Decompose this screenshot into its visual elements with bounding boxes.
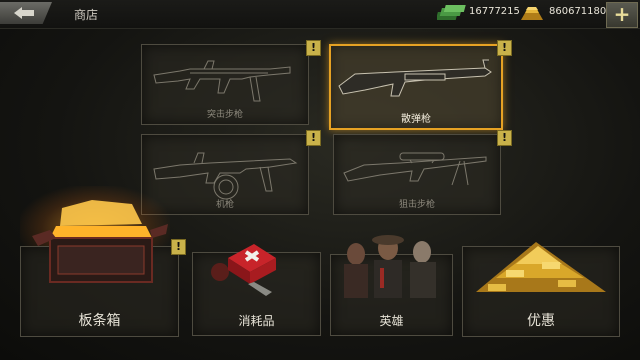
- weapon-card-assault-rifle[interactable]: 突击步枪: [141, 44, 309, 125]
- weapon-card-sniper-rifle[interactable]: 狙击步枪: [333, 134, 501, 215]
- new-badge: !: [306, 130, 321, 146]
- back-button[interactable]: [0, 2, 52, 24]
- item-label: 优惠: [527, 313, 555, 329]
- cash-amount: 16777215: [469, 6, 520, 17]
- heroes-icon: [344, 235, 436, 298]
- new-badge: !: [306, 40, 321, 56]
- item-label: 消耗品: [238, 314, 275, 328]
- top-bar: 商店 16777215 8606711807 +: [0, 0, 640, 29]
- weapon-card-shotgun[interactable]: 散弹枪: [329, 44, 503, 130]
- cash-icon: [437, 5, 466, 20]
- new-badge: !: [497, 40, 512, 56]
- new-badge: !: [497, 130, 512, 146]
- crate-icon: [32, 200, 168, 283]
- weapon-label: 狙击步枪: [398, 200, 435, 210]
- back-arrow-icon: [14, 7, 34, 19]
- page-title: 商店: [74, 8, 99, 22]
- gold-pile-icon: [476, 242, 606, 292]
- gold-bar-icon: [521, 7, 543, 20]
- medkit-icon: [211, 244, 276, 296]
- item-label: 英雄: [379, 314, 404, 328]
- new-badge: !: [171, 239, 186, 255]
- add-currency-button[interactable]: +: [606, 2, 638, 28]
- gold-amount: 8606711807: [549, 6, 613, 17]
- weapon-label: 散弹枪: [401, 114, 431, 125]
- item-label: 板条箱: [78, 313, 121, 329]
- weapon-label: 突击步枪: [206, 110, 243, 120]
